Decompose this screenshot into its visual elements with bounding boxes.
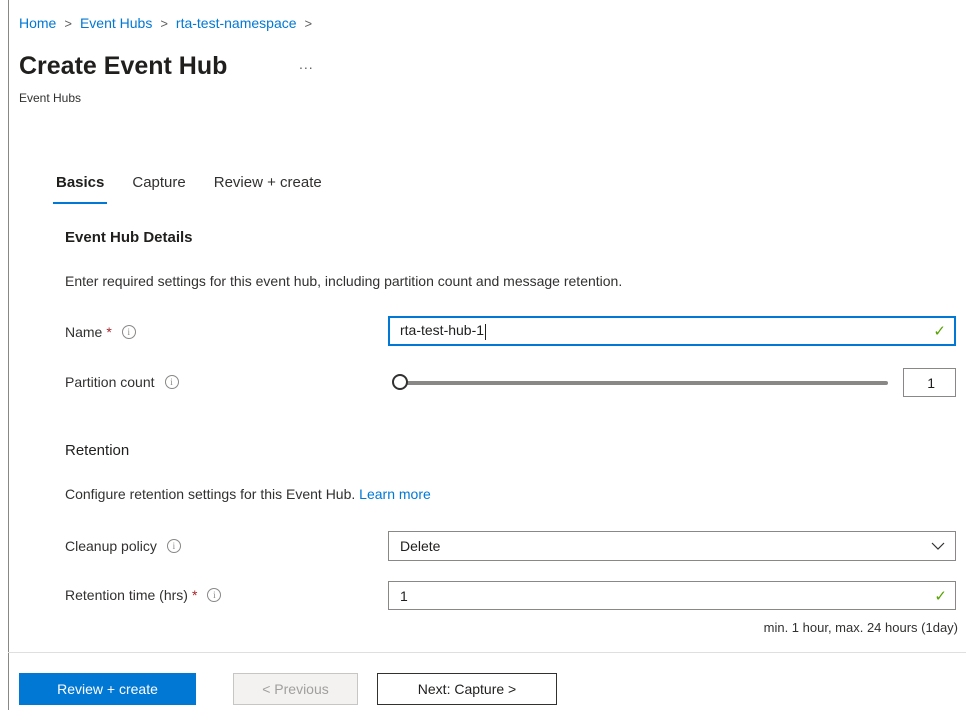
chevron-down-icon — [931, 542, 945, 550]
partition-count-label: Partition count i — [65, 374, 179, 390]
name-input-value: rta-test-hub-1 — [400, 322, 485, 339]
retention-description: Configure retention settings for this Ev… — [65, 486, 431, 502]
next-capture-button[interactable]: Next: Capture > — [377, 673, 557, 705]
checkmark-icon: ✓ — [933, 323, 946, 340]
breadcrumb-namespace[interactable]: rta-test-namespace — [176, 15, 297, 31]
retention-description-text: Configure retention settings for this Ev… — [65, 486, 356, 502]
previous-button[interactable]: < Previous — [233, 673, 358, 705]
breadcrumb-separator: > — [304, 15, 313, 31]
required-asterisk: * — [191, 587, 198, 603]
cleanup-policy-dropdown[interactable]: Delete — [388, 531, 956, 561]
tab-basics[interactable]: Basics — [52, 172, 108, 204]
breadcrumb: Home > Event Hubs > rta-test-namespace > — [19, 15, 320, 31]
partition-count-slider-thumb[interactable] — [392, 374, 408, 390]
info-icon[interactable]: i — [166, 539, 181, 553]
partition-count-label-text: Partition count — [65, 374, 155, 390]
footer-divider — [8, 652, 966, 653]
retention-time-input[interactable]: 1 ✓ — [388, 581, 956, 610]
cleanup-policy-label-text: Cleanup policy — [65, 538, 157, 554]
partition-count-slider-track[interactable] — [398, 381, 888, 385]
review-create-button[interactable]: Review + create — [19, 673, 196, 705]
left-border — [8, 0, 9, 710]
retention-time-value: 1 — [400, 587, 408, 604]
page-subtitle: Event Hubs — [19, 91, 82, 105]
details-description: Enter required settings for this event h… — [65, 273, 623, 289]
text-caret — [485, 323, 487, 340]
tab-capture[interactable]: Capture — [132, 172, 185, 204]
breadcrumb-home[interactable]: Home — [19, 15, 56, 31]
partition-count-input[interactable]: 1 — [903, 368, 956, 397]
section-heading-details: Event Hub Details — [65, 229, 193, 246]
required-asterisk: * — [106, 324, 112, 340]
info-icon[interactable]: i — [207, 588, 222, 602]
cleanup-policy-label: Cleanup policy i — [65, 538, 181, 554]
more-icon[interactable]: ... — [299, 56, 314, 72]
tab-review-create[interactable]: Review + create — [214, 172, 322, 204]
section-heading-retention: Retention — [65, 442, 130, 459]
tab-bar: Basics Capture Review + create — [52, 172, 350, 204]
name-label-text: Name — [65, 324, 103, 340]
breadcrumb-separator: > — [160, 15, 168, 31]
cleanup-policy-value: Delete — [400, 538, 441, 554]
page-title: Create Event Hub — [19, 52, 228, 80]
retention-time-label: Retention time (hrs) * i — [65, 587, 222, 603]
info-icon[interactable]: i — [121, 325, 136, 339]
breadcrumb-event-hubs[interactable]: Event Hubs — [80, 15, 152, 31]
name-input[interactable]: rta-test-hub-1 ✓ — [388, 316, 956, 346]
retention-time-label-text: Retention time (hrs) — [65, 587, 188, 603]
name-label: Name * i — [65, 324, 136, 340]
learn-more-link[interactable]: Learn more — [359, 486, 431, 502]
retention-time-hint: min. 1 hour, max. 24 hours (1day) — [763, 620, 958, 635]
info-icon[interactable]: i — [164, 375, 179, 389]
breadcrumb-separator: > — [64, 15, 72, 31]
checkmark-icon: ✓ — [934, 587, 947, 605]
